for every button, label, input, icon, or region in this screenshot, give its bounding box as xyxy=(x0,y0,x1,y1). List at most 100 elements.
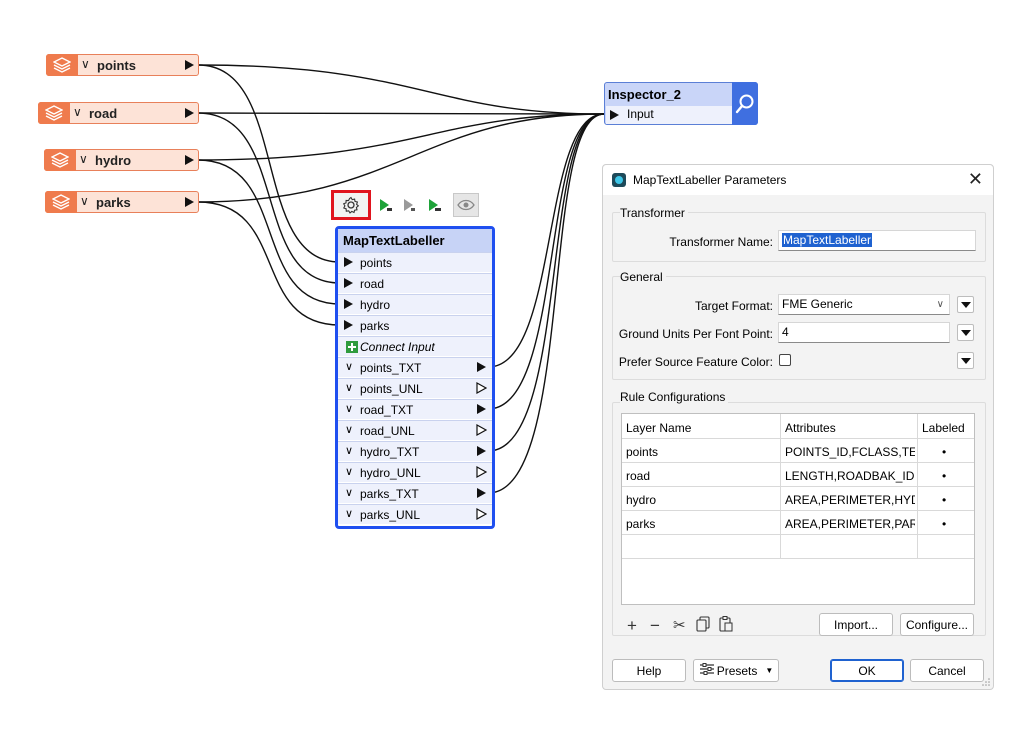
column-header-attributes[interactable]: Attributes xyxy=(785,421,836,435)
run-from-this-icon[interactable] xyxy=(398,195,420,215)
inspector-node[interactable]: Inspector_2 Input xyxy=(604,82,758,125)
row-divider xyxy=(622,510,974,511)
chevron-down-icon[interactable]: ∨ xyxy=(81,57,90,71)
output-port-road-txt[interactable]: ∨ road_TXT xyxy=(338,399,492,419)
chevron-down-icon[interactable]: ∨ xyxy=(80,194,89,208)
chevron-down-icon[interactable]: ∨ xyxy=(345,402,353,415)
help-button[interactable]: Help xyxy=(612,659,686,682)
row-points-layer[interactable]: points xyxy=(626,445,658,459)
wire-points-txt xyxy=(487,113,605,368)
row-divider xyxy=(622,462,974,463)
row-hydro-layer[interactable]: hydro xyxy=(626,493,656,507)
transformer-name-label: Transformer Name: xyxy=(669,235,773,249)
output-port-points-txt[interactable]: ∨ points_TXT xyxy=(338,357,492,377)
rule-configurations-table[interactable]: Layer Name Attributes Labeled points POI… xyxy=(621,413,975,605)
chevron-down-icon[interactable]: ∨ xyxy=(345,444,353,457)
output-port[interactable] xyxy=(185,108,194,118)
input-port-hydro[interactable]: hydro xyxy=(338,294,492,314)
wire-parks-inspector xyxy=(197,113,605,203)
chevron-down-icon[interactable]: ∨ xyxy=(73,105,82,119)
port-label: road_TXT xyxy=(360,403,414,417)
transformer-name-input[interactable]: MapTextLabeller xyxy=(778,230,976,251)
output-port-parks-unl[interactable]: ∨ parks_UNL xyxy=(338,504,492,524)
target-format-select[interactable]: FME Generic ∨ xyxy=(778,294,950,315)
connect-input[interactable]: Connect Input xyxy=(338,336,492,356)
prefer-color-checkbox[interactable] xyxy=(779,354,791,366)
column-header-labeled[interactable]: Labeled xyxy=(922,421,965,435)
reader-parks[interactable]: ∨ parks xyxy=(45,191,199,213)
input-port-arrow-icon xyxy=(344,278,353,288)
ground-units-input[interactable]: 4 xyxy=(778,322,950,343)
copy-icon[interactable] xyxy=(696,616,710,636)
inspector-input-port[interactable]: Input xyxy=(606,106,732,124)
chevron-down-icon[interactable]: ∨ xyxy=(345,465,353,478)
chevron-down-icon[interactable]: ∨ xyxy=(79,152,88,166)
reader-label: points xyxy=(97,58,136,73)
import-label: Import... xyxy=(833,617,878,632)
run-to-this-icon[interactable] xyxy=(374,195,396,215)
output-port[interactable] xyxy=(185,60,194,70)
row-hydro-attributes[interactable]: AREA,PERIMETER,HYD... xyxy=(785,493,915,507)
reader-hydro[interactable]: ∨ hydro xyxy=(44,149,199,171)
output-port-road-unl[interactable]: ∨ road_UNL xyxy=(338,420,492,440)
row-points-attributes[interactable]: POINTS_ID,FCLASS,TE... xyxy=(785,445,915,459)
wire-road-txt xyxy=(487,113,605,410)
paste-icon[interactable] xyxy=(719,616,733,636)
cancel-label: Cancel xyxy=(928,663,966,678)
chevron-down-icon[interactable]: ∨ xyxy=(345,360,353,373)
row-road-layer[interactable]: road xyxy=(626,469,650,483)
reader-road[interactable]: ∨ road xyxy=(38,102,199,124)
configure-button[interactable]: Configure... xyxy=(900,613,974,636)
transformer-maptextlabeller[interactable]: MapTextLabeller points road hydro parks … xyxy=(335,226,495,529)
output-port-hydro-txt[interactable]: ∨ hydro_TXT xyxy=(338,441,492,461)
resize-grip-icon[interactable] xyxy=(982,678,990,686)
input-port-road[interactable]: road xyxy=(338,273,492,293)
output-port-hydro-unl[interactable]: ∨ hydro_UNL xyxy=(338,462,492,482)
presets-button[interactable]: Presets ▼ xyxy=(693,659,779,682)
column-header-layer[interactable]: Layer Name xyxy=(626,421,691,435)
close-icon[interactable]: ✕ xyxy=(968,169,983,190)
gear-icon[interactable] xyxy=(331,190,371,220)
row-road-labeled[interactable]: • xyxy=(942,469,946,483)
input-port-parks[interactable]: parks xyxy=(338,315,492,335)
ok-label: OK xyxy=(858,663,876,678)
run-selected-icon[interactable] xyxy=(423,195,445,215)
search-icon[interactable] xyxy=(732,82,758,125)
cancel-button[interactable]: Cancel xyxy=(910,659,984,682)
import-button[interactable]: Import... xyxy=(819,613,893,636)
output-port-parks-txt[interactable]: ∨ parks_TXT xyxy=(338,483,492,503)
add-icon[interactable]: + xyxy=(627,616,637,636)
ground-units-menu-button[interactable] xyxy=(957,324,974,341)
cut-icon[interactable]: ✂ xyxy=(673,616,686,634)
chevron-down-icon[interactable]: ∨ xyxy=(345,381,353,394)
port-label: road xyxy=(360,277,385,291)
row-parks-attributes[interactable]: AREA,PERIMETER,PAR... xyxy=(785,517,915,531)
dialog-titlebar[interactable]: MapTextLabeller Parameters ✕ xyxy=(603,165,993,195)
port-label: points_UNL xyxy=(360,382,423,396)
wire-hydro-mtl xyxy=(197,159,341,305)
prefer-color-menu-button[interactable] xyxy=(957,352,974,369)
ok-button[interactable]: OK xyxy=(830,659,904,682)
output-port[interactable] xyxy=(185,155,194,165)
input-port-points[interactable]: points xyxy=(338,252,492,272)
row-parks-labeled[interactable]: • xyxy=(942,517,946,531)
chevron-down-icon: ∨ xyxy=(936,299,944,310)
chevron-down-icon[interactable]: ∨ xyxy=(345,423,353,436)
output-port-points-unl[interactable]: ∨ points_UNL xyxy=(338,378,492,398)
eye-icon[interactable] xyxy=(453,193,479,217)
chevron-down-icon[interactable]: ∨ xyxy=(345,486,353,499)
target-format-menu-button[interactable] xyxy=(957,296,974,313)
row-road-attributes[interactable]: LENGTH,ROADBAK_ID,... xyxy=(785,469,915,483)
row-hydro-labeled[interactable]: • xyxy=(942,493,946,507)
chevron-down-icon[interactable]: ∨ xyxy=(345,507,353,520)
output-port-empty-icon xyxy=(476,382,487,394)
wire-parks-mtl xyxy=(197,201,341,326)
transformer-toolbar xyxy=(331,190,483,220)
dialog-title: MapTextLabeller Parameters xyxy=(633,173,787,187)
output-port[interactable] xyxy=(185,197,194,207)
remove-icon[interactable]: − xyxy=(650,616,660,636)
row-divider xyxy=(622,534,974,535)
row-parks-layer[interactable]: parks xyxy=(626,517,655,531)
reader-points[interactable]: ∨ points xyxy=(46,54,199,76)
row-points-labeled[interactable]: • xyxy=(942,445,946,459)
